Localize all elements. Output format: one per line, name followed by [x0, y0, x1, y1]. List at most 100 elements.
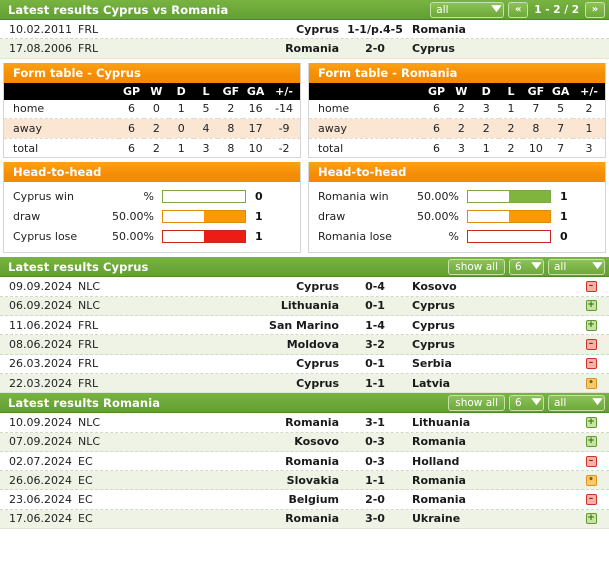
result-icon-cell: – [573, 494, 609, 506]
form-table-row: away 6 2 0 4 8 17 -9 [4, 118, 300, 139]
chevron-down-icon: ▼ [531, 261, 542, 272]
table-row[interactable]: 23.06.2024 EC Belgium 2-0 Romania – [0, 490, 609, 510]
show-all-button-cyprus[interactable]: show all [448, 258, 505, 275]
form-table-cell-d: 0 [168, 118, 194, 139]
head-to-head-bar [467, 209, 551, 223]
table-row[interactable]: 17.08.2006 FRL Romania 2-0 Cyprus [0, 39, 609, 59]
form-table-column-header: +/- [268, 82, 300, 100]
count-select-cyprus-value: 6 [515, 260, 522, 273]
result-icon-cell: • [573, 474, 609, 486]
result-icon-cell: – [573, 281, 609, 293]
form-table-column-header [4, 82, 120, 100]
match-competition: EC [78, 473, 93, 487]
form-table-cell-diff: -14 [268, 99, 300, 120]
table-row[interactable]: 07.09.2024 NLC Kosovo 0-3 Romania + [0, 432, 609, 452]
head-to-head-count: 1 [560, 189, 568, 203]
away-team-name: Romania [412, 473, 466, 487]
table-row[interactable]: 11.06.2024 FRL San Marino 1-4 Cyprus + [0, 316, 609, 336]
form-table-body-romania: GP W D L GF GA +/- home 6 2 3 1 7 5 2 away 6 2 2 2 8 7 1 total 6… [309, 82, 605, 158]
win-result-icon: + [585, 513, 597, 525]
result-icon-cell: + [573, 436, 609, 448]
form-table-header-row: GP W D L GF GA +/- [309, 82, 605, 100]
show-all-button-romania[interactable]: show all [448, 394, 505, 411]
table-row[interactable]: 02.07.2024 EC Romania 0-3 Holland – [0, 451, 609, 472]
form-table-cell-gp: 6 [424, 99, 449, 120]
match-date: 10.09.2024 [9, 415, 72, 429]
table-row[interactable]: 06.09.2024 NLC Lithuania 0-1 Cyprus + [0, 296, 609, 317]
match-competition: FRL [78, 357, 99, 371]
match-score: 3-0 [365, 512, 385, 526]
form-table-row: total 6 3 1 2 10 7 3 [309, 138, 605, 157]
table-row[interactable]: 10.02.2011 FRL Cyprus 1-1/p.4-5 Romania [0, 20, 609, 40]
form-table-cell-w: 2 [152, 141, 160, 155]
h2h-competition-select-value: all [436, 3, 449, 16]
home-team-name: Romania [285, 512, 339, 526]
form-table-panel-romania: Form table - Romania GP W D L GF GA +/- home 6 2 3… [308, 62, 606, 159]
draw-result-icon: • [585, 474, 597, 486]
table-row[interactable]: 17.06.2024 EC Romania 3-0 Ukraine + [0, 509, 609, 530]
lose-result-icon: – [585, 494, 597, 506]
result-icon-cell: – [573, 358, 609, 370]
count-select-romania[interactable]: 6 ▼ [509, 394, 544, 411]
form-table-cyprus: GP W D L GF GA +/- home 6 0 1 5 2 16 -14 away 6 2 0 4 8 17 -9 t… [4, 82, 300, 158]
form-table-column-header [309, 82, 425, 100]
head-to-head-row: Cyprus lose 50.00% 1 [4, 226, 300, 246]
form-table-column-header: GA [548, 82, 574, 100]
prev-page-button[interactable]: « [508, 1, 529, 18]
match-competition: FRL [78, 22, 99, 36]
form-table-cell-ga: 16 [243, 99, 269, 120]
form-table-column-header: GP [119, 82, 144, 100]
chevron-down-icon: ▼ [531, 397, 542, 408]
competition-select-romania[interactable]: all ▼ [548, 394, 605, 411]
head-to-head-percent: 50.00% [112, 209, 154, 223]
form-table-column-header: GF [218, 82, 244, 100]
next-page-button[interactable]: » [585, 1, 605, 18]
match-score: 3-1 [365, 415, 385, 429]
latest-cyprus-header: Latest results Cyprus show all 6 ▼ all ▼ [0, 257, 609, 278]
form-table-cell-gp: 6 [119, 118, 144, 139]
form-table-cell-diff: 3 [585, 141, 593, 155]
head-to-head-label: Cyprus lose [13, 229, 78, 243]
table-row[interactable]: 22.03.2024 FRL Cyprus 1-1 Latvia • [0, 373, 609, 394]
competition-select-cyprus[interactable]: all ▼ [548, 258, 605, 275]
h2h-competition-select[interactable]: all ▼ [430, 1, 505, 18]
result-icon-cell: + [573, 319, 609, 331]
home-team-name: Moldova [286, 338, 339, 352]
head-to-head-percent: 50.00% [112, 229, 154, 243]
match-score: 1-1 [365, 473, 385, 487]
form-table-column-header: W [143, 82, 169, 100]
table-row[interactable]: 08.06.2024 FRL Moldova 3-2 Cyprus – [0, 335, 609, 355]
table-row[interactable]: 26.06.2024 EC Slovakia 1-1 Romania • [0, 471, 609, 491]
head-to-head-count: 1 [560, 209, 568, 223]
away-team-name: Romania [412, 22, 466, 36]
form-table-row-label: total [13, 141, 39, 155]
chevron-down-icon: ▼ [592, 397, 603, 408]
form-tables-row: Form table - Cyprus GP W D L GF GA +/- home 6 0 1 5… [0, 59, 609, 159]
table-row[interactable]: 26.03.2024 FRL Cyprus 0-1 Serbia – [0, 354, 609, 374]
home-team-name: Cyprus [296, 376, 339, 390]
form-table-cell-diff: 1 [573, 118, 605, 139]
form-table-cell-d: 3 [473, 99, 499, 120]
table-row[interactable]: 09.09.2024 NLC Cyprus 0-4 Kosovo – [0, 277, 609, 297]
result-icon-cell: • [573, 377, 609, 389]
table-row[interactable]: 10.09.2024 NLC Romania 3-1 Lithuania + [0, 413, 609, 433]
match-date: 26.06.2024 [9, 473, 72, 487]
count-select-cyprus[interactable]: 6 ▼ [509, 258, 544, 275]
match-score: 0-3 [365, 454, 385, 468]
latest-cyprus-title: Latest results Cyprus [8, 259, 149, 274]
match-date: 02.07.2024 [9, 454, 72, 468]
away-team-name: Kosovo [412, 280, 457, 294]
match-score: 0-1 [365, 299, 385, 313]
h2h-header-controls: all ▼ « 1 - 2 / 2 » [430, 1, 605, 18]
head-to-head-count: 0 [560, 229, 568, 243]
match-date: 17.08.2006 [9, 41, 72, 55]
head-to-head-label: draw [13, 209, 41, 223]
head-to-head-percent: % [448, 229, 459, 243]
lose-result-icon: – [585, 358, 597, 370]
head-to-head-title-cyprus: Head-to-head [4, 162, 300, 183]
form-table-romania: GP W D L GF GA +/- home 6 2 3 1 7 5 2 away 6 2 2 2 8 7 1 total 6… [309, 82, 605, 158]
away-team-name: Romania [412, 435, 466, 449]
head-to-head-row: draw 50.00% 1 [309, 206, 605, 226]
head-to-head-percent: % [143, 189, 154, 203]
match-score: 0-1 [365, 357, 385, 371]
